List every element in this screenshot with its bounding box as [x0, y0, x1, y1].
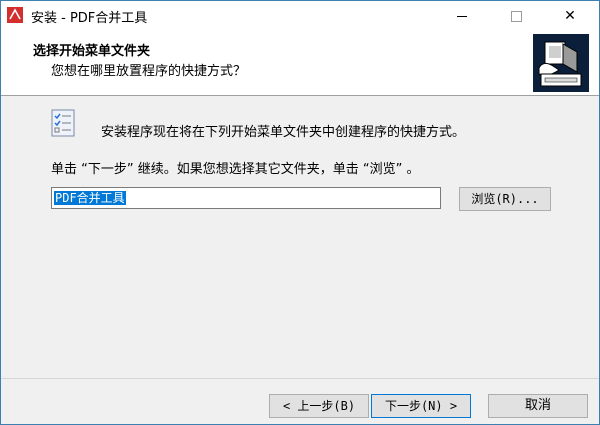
close-icon: ✕ — [564, 8, 576, 24]
folder-input-value: PDF合并工具 — [54, 191, 126, 205]
hint-text: 单击 “下一步” 继续。如果您想选择其它文件夹，单击 “浏览” 。 — [51, 162, 420, 177]
cancel-button[interactable]: 取消 — [488, 394, 588, 418]
intro-text: 安装程序现在将在下列开始菜单文件夹中创建程序的快捷方式。 — [101, 125, 466, 140]
minimize-icon — [457, 15, 467, 17]
title-bar[interactable]: 安装 - PDF合并工具 ✕ — [1, 1, 599, 31]
wizard-header: 选择开始菜单文件夹 您想在哪里放置程序的快捷方式？ — [1, 31, 599, 96]
close-button[interactable]: ✕ — [547, 1, 593, 31]
start-menu-folder-input[interactable]: PDF合并工具 — [51, 187, 441, 209]
minimize-button[interactable] — [439, 1, 485, 31]
browse-button[interactable]: 浏览(R)... — [459, 187, 551, 211]
next-button[interactable]: 下一步(N) > — [371, 394, 471, 418]
maximize-icon — [510, 10, 522, 22]
footer-divider — [1, 378, 599, 379]
checklist-icon — [51, 109, 75, 137]
back-button[interactable]: < 上一步(B) — [269, 394, 369, 418]
window-title: 安装 - PDF合并工具 — [31, 11, 148, 26]
maximize-button[interactable] — [493, 1, 539, 31]
page-subtitle: 您想在哪里放置程序的快捷方式？ — [51, 64, 247, 79]
installer-computer-icon — [533, 34, 589, 92]
app-pdf-icon — [7, 7, 23, 23]
installer-window: 安装 - PDF合并工具 ✕ 选择开始菜单文件夹 您想在哪里放置程序的快捷方式？… — [0, 0, 600, 425]
page-title: 选择开始菜单文件夹 — [33, 44, 151, 59]
